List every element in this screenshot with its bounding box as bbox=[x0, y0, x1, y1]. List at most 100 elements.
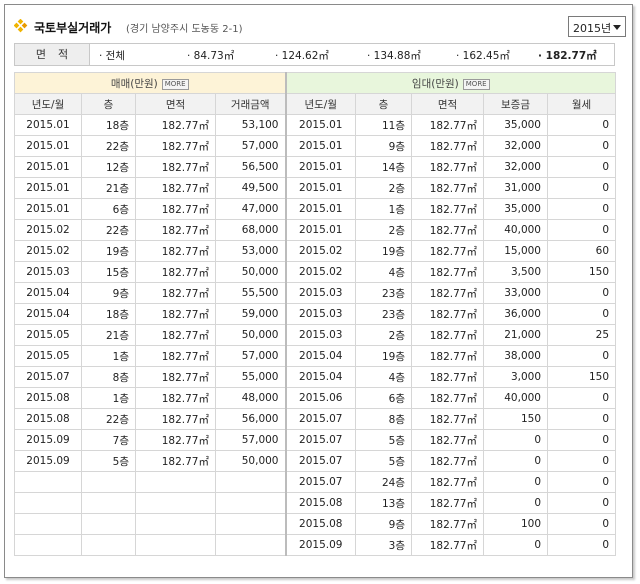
sale-area-cell: 182.77㎡ bbox=[135, 219, 216, 241]
sale-floor-cell bbox=[81, 513, 136, 535]
rent-deposit-cell: 36,000 bbox=[483, 303, 548, 325]
rent-date-cell: 2015.07 bbox=[285, 471, 356, 493]
rent-floor-cell: 2층 bbox=[355, 177, 412, 199]
area-option-162[interactable]: · 162.45㎡ bbox=[456, 48, 510, 63]
area-option-124[interactable]: · 124.62㎡ bbox=[275, 48, 329, 63]
rent-more-button[interactable]: MORE bbox=[462, 78, 490, 90]
sale-date-cell bbox=[14, 471, 82, 493]
sale-price-cell: 57,000 bbox=[215, 135, 287, 157]
rent-floor-cell: 9층 bbox=[355, 135, 412, 157]
sale-date-cell: 2015.09 bbox=[14, 429, 82, 451]
rent-floor-cell: 14층 bbox=[355, 156, 412, 178]
sale-date-cell bbox=[14, 513, 82, 535]
rent-deposit-cell: 0 bbox=[483, 534, 548, 556]
rent-deposit-cell: 40,000 bbox=[483, 219, 548, 241]
rent-area-cell: 182.77㎡ bbox=[411, 282, 484, 304]
sale-floor-cell: 21층 bbox=[81, 177, 136, 199]
sale-floor-cell: 22층 bbox=[81, 135, 136, 157]
rent-date-cell: 2015.03 bbox=[285, 303, 356, 325]
table-row: 2015.02 19층 182.77㎡ 53,000 2015.02 19층 182.77㎡… bbox=[14, 240, 617, 262]
sale-date-cell: 2015.01 bbox=[14, 198, 82, 220]
sale-date-cell: 2015.01 bbox=[14, 177, 82, 199]
rent-date-cell: 2015.06 bbox=[285, 387, 356, 409]
rent-deposit-cell: 32,000 bbox=[483, 135, 548, 157]
rent-date-cell: 2015.03 bbox=[285, 282, 356, 304]
table-row: 2015.05 21층 182.77㎡ 50,000 2015.03 2층 182.77㎡ 2… bbox=[14, 324, 617, 346]
panel-header: 국토부실거래가 (경기 남양주시 도농동 2-1) 2015년 bbox=[14, 16, 626, 38]
table-row: 2015.08 9층 182.77㎡ 100 0 bbox=[14, 513, 617, 535]
rent-floor-cell: 2층 bbox=[355, 219, 412, 241]
sale-date-cell: 2015.02 bbox=[14, 240, 82, 262]
sale-area-cell: 182.77㎡ bbox=[135, 240, 216, 262]
sale-area-cell: 182.77㎡ bbox=[135, 408, 216, 430]
rent-date-cell: 2015.08 bbox=[285, 513, 356, 535]
rent-monthly-cell: 0 bbox=[546, 513, 617, 535]
sale-header-label: 매매(만원) bbox=[110, 77, 158, 90]
area-option-182[interactable]: · 182.77㎡ bbox=[538, 48, 597, 63]
sale-area-cell: 182.77㎡ bbox=[135, 282, 216, 304]
rent-monthly-cell: 0 bbox=[546, 177, 617, 199]
sale-area-cell bbox=[135, 492, 216, 514]
sale-date-cell: 2015.05 bbox=[14, 324, 82, 346]
rent-floor-cell: 8층 bbox=[355, 408, 412, 430]
sale-date-cell: 2015.01 bbox=[14, 135, 82, 157]
rent-deposit-cell: 3,000 bbox=[483, 366, 548, 388]
rent-deposit-cell: 35,000 bbox=[483, 198, 548, 220]
rent-date-cell: 2015.07 bbox=[285, 450, 356, 472]
rent-monthly-cell: 0 bbox=[546, 135, 617, 157]
sale-area-cell: 182.77㎡ bbox=[135, 387, 216, 409]
rent-area-cell: 182.77㎡ bbox=[411, 240, 484, 262]
sale-area-cell: 182.77㎡ bbox=[135, 135, 216, 157]
rent-area-cell: 182.77㎡ bbox=[411, 450, 484, 472]
sale-price-cell bbox=[215, 492, 287, 514]
rent-date-cell: 2015.01 bbox=[285, 156, 356, 178]
rent-monthly-cell: 0 bbox=[546, 450, 617, 472]
sale-floor-cell: 5층 bbox=[81, 450, 136, 472]
sale-floor-cell: 8층 bbox=[81, 366, 136, 388]
rent-floor-cell: 11층 bbox=[355, 114, 412, 136]
rent-area-cell: 182.77㎡ bbox=[411, 534, 484, 556]
sale-floor-cell bbox=[81, 471, 136, 493]
sale-area-cell: 182.77㎡ bbox=[135, 450, 216, 472]
sale-date-cell bbox=[14, 492, 82, 514]
sale-area-cell: 182.77㎡ bbox=[135, 324, 216, 346]
rent-deposit-cell: 40,000 bbox=[483, 387, 548, 409]
rent-monthly-cell: 0 bbox=[546, 534, 617, 556]
rent-deposit-cell: 31,000 bbox=[483, 177, 548, 199]
rent-monthly-cell: 0 bbox=[546, 198, 617, 220]
sale-floor-cell: 19층 bbox=[81, 240, 136, 262]
area-option-134[interactable]: · 134.88㎡ bbox=[367, 48, 421, 63]
rent-area-cell: 182.77㎡ bbox=[411, 198, 484, 220]
sale-date-cell: 2015.07 bbox=[14, 366, 82, 388]
rent-deposit-cell: 15,000 bbox=[483, 240, 548, 262]
rent-date-cell: 2015.01 bbox=[285, 135, 356, 157]
year-select[interactable]: 2015년 bbox=[568, 16, 626, 37]
sale-floor-cell: 22층 bbox=[81, 408, 136, 430]
sale-more-button[interactable]: MORE bbox=[161, 78, 189, 90]
area-option-all[interactable]: · 전체 bbox=[99, 48, 125, 63]
rent-area-cell: 182.77㎡ bbox=[411, 492, 484, 514]
rent-floor-cell: 5층 bbox=[355, 429, 412, 451]
rent-area-cell: 182.77㎡ bbox=[411, 408, 484, 430]
rent-deposit-cell: 21,000 bbox=[483, 324, 548, 346]
rent-date-cell: 2015.01 bbox=[285, 219, 356, 241]
sale-price-cell: 50,000 bbox=[215, 261, 287, 283]
area-filter-label: 면적 bbox=[15, 44, 90, 65]
sale-area-cell: 182.77㎡ bbox=[135, 429, 216, 451]
table-row: 2015.01 18층 182.77㎡ 53,100 2015.01 11층 182.77㎡… bbox=[14, 114, 617, 136]
page-title: 국토부실거래가 bbox=[34, 21, 112, 35]
table-row: 2015.09 5층 182.77㎡ 50,000 2015.07 5층 182.77㎡ 0 0 bbox=[14, 450, 617, 472]
rent-area-cell: 182.77㎡ bbox=[411, 177, 484, 199]
rent-date-cell: 2015.02 bbox=[285, 261, 356, 283]
sale-price-cell: 50,000 bbox=[215, 324, 287, 346]
sale-date-cell bbox=[14, 534, 82, 556]
table-row: 2015.07 8층 182.77㎡ 55,000 2015.04 4층 182.77㎡ 3,… bbox=[14, 366, 617, 388]
chevron-down-icon bbox=[613, 25, 621, 30]
area-option-84[interactable]: · 84.73㎡ bbox=[187, 48, 234, 63]
sale-floor-cell: 1층 bbox=[81, 387, 136, 409]
table-row: 2015.01 22층 182.77㎡ 57,000 2015.01 9층 182.77㎡ 3… bbox=[14, 135, 617, 157]
rent-col-date: 년도/월 bbox=[285, 93, 356, 115]
table-row: 2015.01 6층 182.77㎡ 47,000 2015.01 1층 182.77㎡ 35… bbox=[14, 198, 617, 220]
rent-area-cell: 182.77㎡ bbox=[411, 261, 484, 283]
rent-deposit-cell: 0 bbox=[483, 450, 548, 472]
